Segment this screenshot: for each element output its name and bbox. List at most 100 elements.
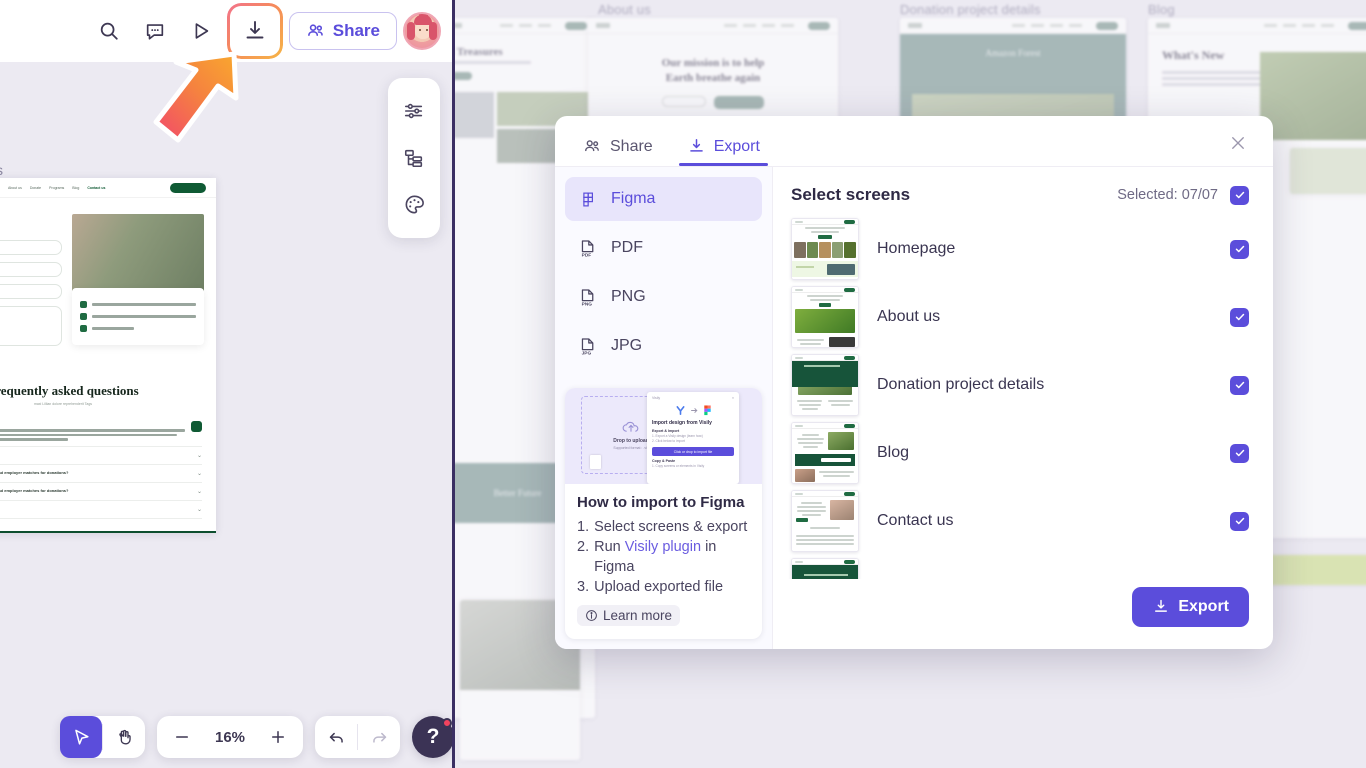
avatar[interactable] [403, 12, 441, 50]
list-item[interactable]: About us [791, 283, 1249, 351]
canvas-screen-contact-us[interactable]: About usDonateProgramsBlogContact us uch… [0, 178, 216, 533]
svg-text:JPG: JPG [582, 350, 592, 356]
bg-fragment-card [1290, 148, 1366, 194]
screen-label: Blog [877, 444, 910, 461]
howto-step-2-num: 2. [577, 539, 590, 555]
sliders-icon[interactable] [397, 94, 431, 128]
howto-step-3-text: Upload exported file [594, 579, 724, 595]
info-icon [586, 610, 597, 621]
list-item[interactable]: Contact us [791, 487, 1249, 555]
layers-icon[interactable] [397, 141, 431, 175]
select-tool-button[interactable] [60, 716, 102, 758]
howto-card-s1-line1: 1. Export a Visily design (learn how) [652, 434, 703, 438]
canvas-label-blog: Blog [1148, 2, 1175, 17]
howto-drop-sub: Supported format : .vis [613, 446, 649, 450]
zoom-in-button[interactable] [257, 716, 299, 758]
play-icon[interactable] [181, 11, 221, 51]
format-option-pdf-label: PDF [611, 239, 643, 256]
figma-icon [577, 191, 599, 208]
search-icon[interactable] [89, 11, 129, 51]
howto-card-s1-line2: 2. Click below to import [652, 439, 685, 443]
undo-button[interactable] [315, 716, 357, 758]
screen-thumbnail [791, 218, 859, 280]
list-item[interactable]: Projects [791, 555, 1249, 579]
format-option-figma-label: Figma [611, 190, 656, 207]
screen-checkbox[interactable] [1230, 375, 1249, 395]
export-button[interactable]: Export [1132, 587, 1249, 627]
howto-step-1: 1. Select screens & export [577, 517, 750, 537]
howto-card-tag: Visily [652, 396, 661, 400]
check-icon [1235, 381, 1244, 389]
tab-export[interactable]: Export [678, 137, 769, 166]
mock-contact-heading: uch today [0, 214, 62, 230]
screen-checkbox[interactable] [1230, 511, 1249, 531]
howto-card-close: × [731, 396, 734, 400]
close-icon[interactable] [1223, 128, 1253, 158]
learn-more-label: Learn more [603, 608, 673, 623]
howto-card: Drop to upload Supported format : .vis V… [565, 388, 762, 639]
screen-checkbox[interactable] [1230, 239, 1249, 259]
jpg-file-icon: JPG [577, 337, 599, 356]
howto-step-2-link[interactable]: Visily plugin [625, 539, 701, 555]
tab-share-label: Share [610, 137, 653, 155]
help-button[interactable]: ? [412, 716, 452, 758]
screen-thumbnail [791, 490, 859, 552]
howto-step-3: 3. Upload exported file [577, 577, 750, 597]
format-option-png-label: PNG [611, 288, 646, 305]
screen-checkbox[interactable] [1230, 307, 1249, 327]
screen-checkbox[interactable] [1230, 443, 1249, 463]
howto-text: How to import to Figma 1. Select screens… [565, 484, 762, 639]
download-icon [1155, 599, 1168, 612]
select-all-checkbox[interactable] [1230, 185, 1249, 205]
list-item[interactable]: Blog [791, 419, 1249, 487]
history-group [315, 716, 400, 758]
howto-card-logos [652, 405, 734, 416]
howto-card-section-2: Copy & Paste [652, 459, 676, 463]
howto-card-section-1: Export & Import [652, 429, 680, 433]
svg-text:PNG: PNG [582, 301, 593, 307]
mock-faq-heading: Frequently asked questions [0, 383, 139, 398]
redo-button[interactable] [358, 716, 400, 758]
tab-export-label: Export [713, 137, 760, 155]
screen-label: Contact us [877, 512, 954, 529]
screen-thumbnail [791, 558, 859, 579]
hand-tool-button[interactable] [103, 716, 145, 758]
format-option-png[interactable]: PNG PNG [565, 275, 762, 319]
list-item[interactable]: Homepage [791, 215, 1249, 283]
zoom-level-value[interactable]: 16% [203, 729, 257, 746]
editor-bottom-toolbar: 16% ? [60, 716, 452, 758]
format-option-pdf[interactable]: PDF PDF [565, 226, 762, 270]
editor-canvas[interactable]: s About usDonateProgramsBlogContact us u… [0, 62, 452, 768]
list-item[interactable]: Donation project details [791, 351, 1249, 419]
tab-share[interactable]: Share [579, 137, 657, 166]
format-option-figma[interactable]: Figma [565, 177, 762, 221]
select-screens-header: Select screens Selected: 07/07 [773, 167, 1273, 215]
download-icon [689, 139, 703, 152]
howto-step-2-pre: Run [594, 539, 625, 555]
howto-preview-image: Drop to upload Supported format : .vis V… [565, 388, 762, 484]
format-option-jpg[interactable]: JPG JPG [565, 324, 762, 368]
palette-icon[interactable] [397, 188, 431, 222]
share-button[interactable]: Share [288, 12, 397, 50]
howto-step-1-text: Select screens & export [594, 519, 748, 535]
learn-more-button[interactable]: Learn more [577, 605, 681, 626]
select-screens-panel: Select screens Selected: 07/07 Homepage … [773, 167, 1273, 649]
export-download-button[interactable] [226, 3, 283, 59]
howto-plugin-card: Visily × Import design from Visily Expor… [647, 392, 739, 484]
select-screens-title: Select screens [791, 185, 911, 204]
howto-step-2: 2. Run Visily plugin in Figma [577, 537, 750, 577]
screen-label: Homepage [877, 240, 956, 257]
screen-thumbnail [791, 354, 859, 416]
canvas-label-about-us: About us [598, 2, 651, 17]
comment-icon[interactable] [135, 11, 175, 51]
zoom-out-button[interactable] [161, 716, 203, 758]
howto-card-import-button: Click or drop to import file [652, 447, 734, 456]
howto-step-3-num: 3. [577, 579, 590, 595]
export-dialog-body: Figma PDF PDF PNG PNG JPG JPG Drop to up… [555, 166, 1273, 649]
mock-nav: About us Donate Programs Blog Contact us [0, 178, 216, 198]
screens-list[interactable]: Homepage About us Donation project detai… [773, 215, 1273, 579]
canvas-label-donation: Donation project details [900, 2, 1041, 17]
check-icon [1235, 245, 1244, 253]
people-icon [585, 140, 599, 152]
help-button-label: ? [426, 725, 440, 748]
